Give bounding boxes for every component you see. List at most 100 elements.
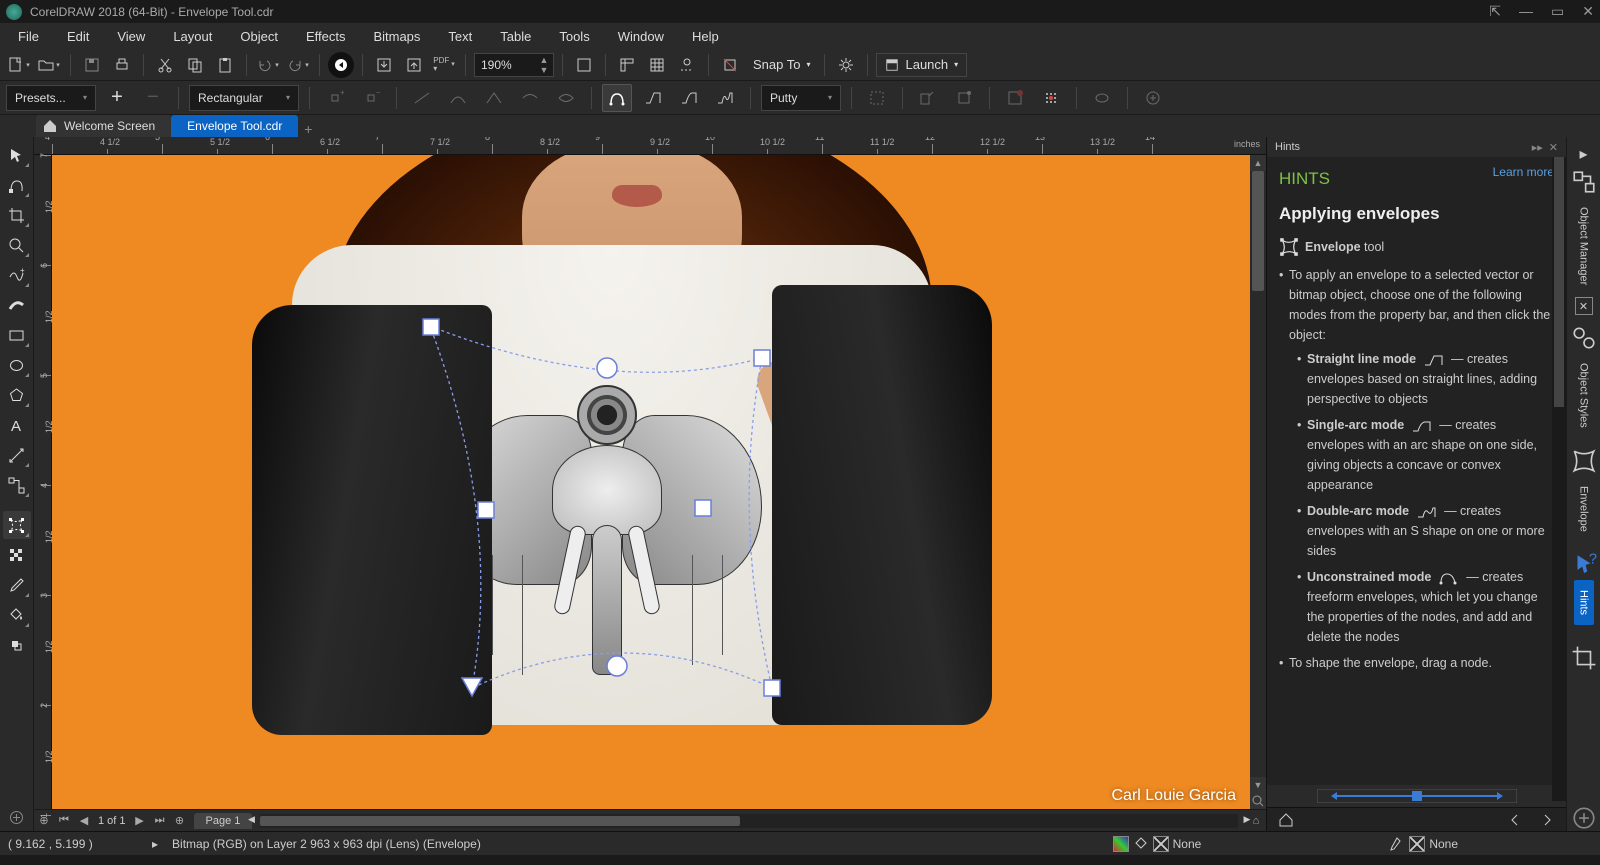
- open-button[interactable]: [36, 52, 62, 78]
- close-button[interactable]: ✕: [1582, 3, 1594, 20]
- docker-scrollbar[interactable]: [1552, 157, 1566, 801]
- vtab-object-manager[interactable]: Object Manager: [1574, 197, 1594, 295]
- redo-button[interactable]: [285, 52, 311, 78]
- options-button[interactable]: [833, 52, 859, 78]
- vertical-ruler[interactable]: 71/261/251/241/231/221/21: [34, 155, 52, 809]
- search-content-button[interactable]: [328, 52, 354, 78]
- copy-button[interactable]: [182, 52, 208, 78]
- crop-tool[interactable]: [3, 201, 31, 229]
- transparency-tool[interactable]: [3, 541, 31, 569]
- last-page-button[interactable]: ⏭: [150, 814, 170, 827]
- selection-mode-dropdown[interactable]: Rectangular: [189, 85, 299, 111]
- docker-home-icon[interactable]: [1273, 807, 1299, 833]
- connector-tool[interactable]: [3, 471, 31, 499]
- menu-bitmaps[interactable]: Bitmaps: [361, 26, 432, 47]
- new-button[interactable]: [6, 52, 32, 78]
- smart-fill-tool[interactable]: [3, 631, 31, 659]
- menu-view[interactable]: View: [105, 26, 157, 47]
- docker-forward-icon[interactable]: [1534, 807, 1560, 833]
- quick-customize-toolbox[interactable]: [3, 803, 31, 831]
- outline-indicator[interactable]: None: [1389, 836, 1458, 852]
- envelope-tool[interactable]: [3, 511, 31, 539]
- object-styles-icon[interactable]: [1571, 325, 1597, 351]
- text-tool[interactable]: A: [3, 411, 31, 439]
- export-button[interactable]: [401, 52, 427, 78]
- double-arc-mode-button[interactable]: [710, 84, 740, 112]
- pick-tool[interactable]: [3, 141, 31, 169]
- docker-expand-icon[interactable]: ▸▸: [1532, 141, 1543, 154]
- crop-docker-icon[interactable]: [1571, 645, 1597, 671]
- add-tab-button[interactable]: +: [298, 121, 318, 137]
- docker-back-icon[interactable]: [1502, 807, 1528, 833]
- tab-document[interactable]: Envelope Tool.cdr: [171, 115, 298, 137]
- learn-more-link[interactable]: Learn more: [1493, 165, 1554, 179]
- prev-page-button[interactable]: ◀: [74, 814, 94, 827]
- horizontal-scrollbar[interactable]: ◀▶: [260, 814, 1238, 828]
- fill-indicator[interactable]: None: [1113, 836, 1202, 852]
- vtab-hints[interactable]: Hints: [1574, 580, 1594, 625]
- eyedropper-tool[interactable]: [3, 571, 31, 599]
- print-button[interactable]: [109, 52, 135, 78]
- unconstrained-mode-button[interactable]: [602, 84, 632, 112]
- rulers-button[interactable]: [614, 52, 640, 78]
- grid-button[interactable]: [644, 52, 670, 78]
- add-preset-button[interactable]: +: [102, 84, 132, 112]
- menu-file[interactable]: File: [6, 26, 51, 47]
- menu-layout[interactable]: Layout: [161, 26, 224, 47]
- menu-edit[interactable]: Edit: [55, 26, 101, 47]
- next-page-button[interactable]: ▶: [130, 814, 150, 827]
- parallel-dimension-tool[interactable]: [3, 441, 31, 469]
- shape-tool[interactable]: [3, 171, 31, 199]
- hints-docker-icon[interactable]: ?: [1571, 552, 1597, 578]
- guides-button[interactable]: [674, 52, 700, 78]
- add-page-after-button[interactable]: ⊕: [170, 814, 190, 827]
- vtab-object-styles[interactable]: Object Styles: [1574, 353, 1594, 438]
- mapping-mode-dropdown[interactable]: Putty: [761, 85, 841, 111]
- object-manager-icon[interactable]: [1571, 169, 1597, 195]
- horizontal-ruler[interactable]: inches 44 1/255 1/266 1/277 1/288 1/299 …: [34, 137, 1266, 155]
- close-docker-icon[interactable]: ✕: [1575, 297, 1593, 315]
- vertical-scrollbar[interactable]: ▲ ▼: [1250, 155, 1266, 809]
- envelope-docker-icon[interactable]: [1571, 448, 1597, 474]
- share-icon[interactable]: ⇱: [1489, 3, 1501, 20]
- zoom-tool[interactable]: [3, 231, 31, 259]
- minimize-button[interactable]: —: [1519, 3, 1533, 20]
- launch-dropdown[interactable]: Launch▾: [876, 53, 967, 77]
- zoom-level[interactable]: ▲▼: [474, 53, 554, 77]
- single-arc-mode-button[interactable]: [674, 84, 704, 112]
- menu-help[interactable]: Help: [680, 26, 731, 47]
- straight-line-mode-button[interactable]: [638, 84, 668, 112]
- expand-dockers-icon[interactable]: ▸: [1571, 141, 1597, 167]
- zoom-input[interactable]: [475, 58, 535, 72]
- first-page-button[interactable]: ⏮: [54, 814, 74, 827]
- ellipse-tool[interactable]: [3, 351, 31, 379]
- import-button[interactable]: [371, 52, 397, 78]
- undo-button[interactable]: [255, 52, 281, 78]
- rectangle-tool[interactable]: [3, 321, 31, 349]
- menu-effects[interactable]: Effects: [294, 26, 358, 47]
- vtab-envelope[interactable]: Envelope: [1574, 476, 1594, 542]
- freehand-tool[interactable]: +: [3, 261, 31, 289]
- zoom-fit-icon[interactable]: [1250, 793, 1266, 809]
- cut-button[interactable]: [152, 52, 178, 78]
- menu-object[interactable]: Object: [228, 26, 290, 47]
- home-icon[interactable]: [42, 118, 58, 134]
- sampler-button[interactable]: [1036, 84, 1066, 112]
- snap-to-dropdown[interactable]: Snap To▾: [747, 57, 816, 72]
- presets-dropdown[interactable]: Presets...: [6, 85, 96, 111]
- publish-pdf-button[interactable]: PDF▾: [431, 52, 457, 78]
- docker-close-icon[interactable]: ✕: [1549, 141, 1558, 154]
- fill-tool[interactable]: [3, 601, 31, 629]
- snap-off-button[interactable]: [717, 52, 743, 78]
- menu-window[interactable]: Window: [606, 26, 676, 47]
- save-button[interactable]: [79, 52, 105, 78]
- menu-tools[interactable]: Tools: [547, 26, 601, 47]
- fullscreen-button[interactable]: [571, 52, 597, 78]
- menu-text[interactable]: Text: [436, 26, 484, 47]
- docker-tab-hints[interactable]: Hints: [1275, 141, 1526, 153]
- artistic-media-tool[interactable]: [3, 291, 31, 319]
- polygon-tool[interactable]: [3, 381, 31, 409]
- menu-table[interactable]: Table: [488, 26, 543, 47]
- add-docker-icon[interactable]: [1571, 805, 1597, 831]
- maximize-button[interactable]: ▭: [1551, 3, 1564, 20]
